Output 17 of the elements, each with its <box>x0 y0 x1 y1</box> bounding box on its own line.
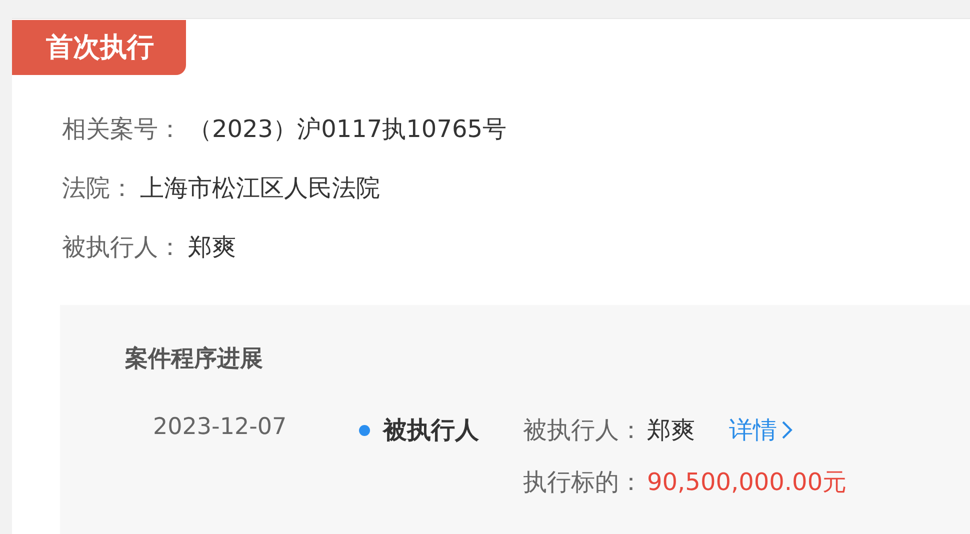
field-value: 郑爽 <box>188 232 236 263</box>
timeline-dot <box>359 425 370 436</box>
entry-date: 2023-12-07 <box>153 414 288 442</box>
detail-label: 执行标的： <box>523 467 643 498</box>
detail-label: 被执行人： <box>523 415 643 446</box>
progress-title: 案件程序进展 <box>125 344 264 374</box>
section-tag: 首次执行 <box>12 20 186 75</box>
field-label: 相关案号： <box>62 114 182 145</box>
amount-value: 90,500,000.00元 <box>647 467 847 498</box>
field-label: 被执行人： <box>62 232 182 263</box>
field-label: 法院： <box>62 173 134 204</box>
field-value: 上海市松江区人民法院 <box>140 173 380 204</box>
details-link[interactable]: 详情 <box>729 414 793 446</box>
chevron-icon <box>781 420 793 440</box>
entry-type: 被执行人 <box>383 415 480 446</box>
detail-value: 郑爽 <box>647 415 695 446</box>
field-value: （2023）沪0117执10765号 <box>188 114 507 145</box>
